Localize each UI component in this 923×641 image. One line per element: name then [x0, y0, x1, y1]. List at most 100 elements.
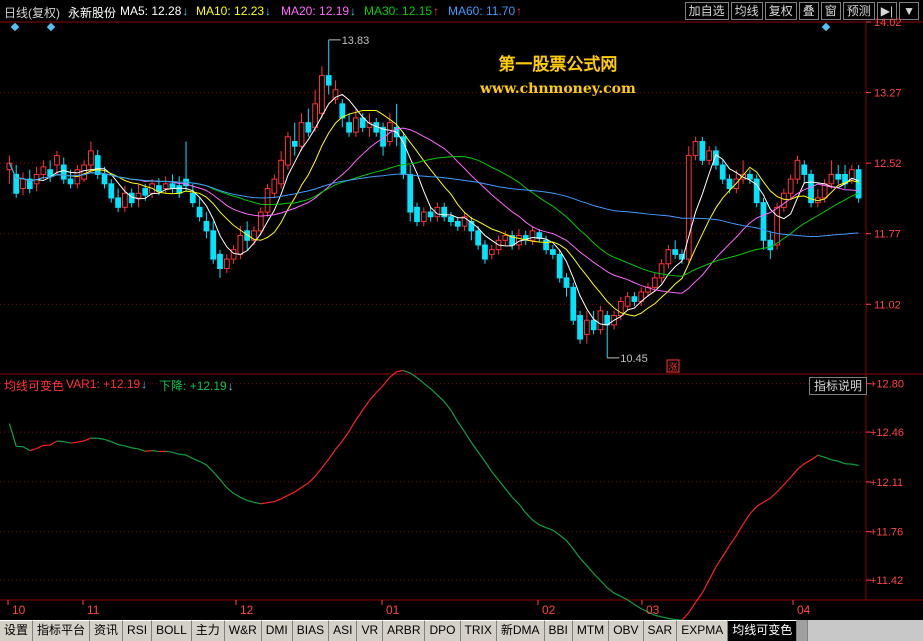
candle-body[interactable]: [278, 159, 285, 185]
candle-body[interactable]: [169, 183, 176, 190]
tab-item[interactable]: 主力: [191, 620, 225, 641]
candle-body[interactable]: [767, 239, 774, 251]
candle-body[interactable]: [753, 178, 760, 204]
candle-body[interactable]: [835, 173, 842, 180]
candle-body[interactable]: [719, 164, 726, 180]
candle-body[interactable]: [271, 178, 278, 194]
candle-body[interactable]: [454, 220, 461, 227]
candle-body[interactable]: [346, 122, 352, 133]
tab-item[interactable]: ASI: [329, 620, 358, 641]
tab-item[interactable]: TRIX: [460, 620, 497, 641]
candle-body[interactable]: [747, 173, 753, 180]
tab-item[interactable]: MTM: [572, 620, 610, 641]
tab-item[interactable]: VR: [357, 620, 384, 641]
candle-body[interactable]: [597, 310, 604, 331]
tab-item[interactable]: ARBR: [383, 620, 426, 641]
candle-body[interactable]: [631, 296, 638, 302]
candle-body[interactable]: [502, 235, 509, 241]
candle-body[interactable]: [760, 202, 767, 241]
candle-body[interactable]: [60, 164, 67, 180]
candle-body[interactable]: [352, 117, 359, 133]
candle-body[interactable]: [81, 164, 88, 180]
candle-body[interactable]: [359, 117, 366, 128]
candle-body[interactable]: [67, 178, 74, 185]
candle-body[interactable]: [196, 206, 203, 218]
candle-body[interactable]: [319, 75, 325, 114]
candle-body[interactable]: [482, 244, 488, 260]
candle-body[interactable]: [291, 140, 298, 147]
candle-body[interactable]: [257, 211, 264, 232]
candle-body[interactable]: [550, 249, 556, 255]
tab-item[interactable]: 均线可变色: [728, 620, 798, 641]
candle-body[interactable]: [230, 249, 237, 260]
candle-body[interactable]: [787, 178, 794, 194]
candle-body[interactable]: [794, 159, 801, 180]
candle-body[interactable]: [210, 230, 217, 260]
candle-body[interactable]: [774, 206, 780, 246]
tab-item[interactable]: RSI: [123, 620, 153, 641]
candle-body[interactable]: [176, 185, 183, 194]
candle-body[interactable]: [529, 230, 536, 241]
candle-body[interactable]: [88, 150, 94, 166]
candle-body[interactable]: [264, 188, 271, 213]
candle-body[interactable]: [203, 220, 210, 232]
candle-body[interactable]: [828, 173, 835, 185]
candle-body[interactable]: [577, 315, 583, 340]
indicator-help-button[interactable]: 指标说明: [808, 377, 867, 395]
candle-body[interactable]: [115, 197, 121, 208]
candle-body[interactable]: [414, 206, 420, 222]
candle-body[interactable]: [325, 75, 332, 86]
candle-body[interactable]: [189, 192, 196, 204]
candle-body[interactable]: [217, 253, 223, 270]
candle-body[interactable]: [658, 263, 665, 279]
candle-body[interactable]: [706, 150, 713, 161]
candle-body[interactable]: [420, 211, 427, 222]
candle-body[interactable]: [305, 122, 312, 133]
candle-body[interactable]: [407, 173, 414, 213]
candle-body[interactable]: [543, 239, 549, 251]
candle-body[interactable]: [108, 183, 115, 199]
candle-body[interactable]: [298, 122, 305, 147]
candle-body[interactable]: [726, 178, 733, 190]
tab-item[interactable]: BBI: [544, 620, 573, 641]
candle-body[interactable]: [40, 166, 47, 175]
candle-body[interactable]: [448, 216, 454, 222]
candle-body[interactable]: [665, 249, 672, 265]
candle-body[interactable]: [583, 319, 590, 335]
tab-item[interactable]: SAR: [643, 620, 678, 641]
tab-item[interactable]: BIAS: [292, 620, 330, 641]
candle-body[interactable]: [285, 136, 291, 166]
candle-body[interactable]: [475, 230, 482, 246]
tab-item[interactable]: 指标平台: [33, 620, 91, 641]
candle-body[interactable]: [624, 296, 631, 307]
candle-body[interactable]: [692, 140, 699, 157]
candle-body[interactable]: [135, 192, 142, 199]
candle-body[interactable]: [223, 258, 230, 270]
candle-body[interactable]: [556, 253, 563, 279]
candle-body[interactable]: [570, 286, 577, 321]
tab-item[interactable]: W&R: [224, 620, 262, 641]
tab-item[interactable]: DMI: [261, 620, 293, 641]
candle-body[interactable]: [427, 211, 434, 218]
candle-body[interactable]: [237, 235, 244, 255]
candle-body[interactable]: [94, 155, 101, 175]
tab-item[interactable]: DPO: [425, 620, 461, 641]
candle-body[interactable]: [162, 183, 169, 190]
candle-body[interactable]: [488, 249, 495, 255]
tab-item[interactable]: BOLL: [152, 620, 192, 641]
candle-body[interactable]: [651, 277, 658, 288]
candle-body[interactable]: [142, 188, 149, 196]
price-chart[interactable]: 14.0213.2712.5211.7711.02+12.80+12.46+12…: [0, 0, 923, 620]
candle-body[interactable]: [590, 319, 597, 331]
candle-body[interactable]: [20, 178, 26, 190]
candle-body[interactable]: [312, 103, 318, 128]
tab-item[interactable]: 资讯: [90, 620, 124, 641]
tab-item[interactable]: 设置: [0, 620, 34, 641]
tab-item[interactable]: 新DMA: [496, 620, 545, 641]
candle-body[interactable]: [122, 192, 128, 208]
candle-body[interactable]: [563, 277, 570, 288]
candle-body[interactable]: [801, 164, 808, 175]
candle-body[interactable]: [699, 140, 706, 161]
candle-body[interactable]: [54, 155, 60, 166]
tab-item[interactable]: EXPMA: [677, 620, 729, 641]
